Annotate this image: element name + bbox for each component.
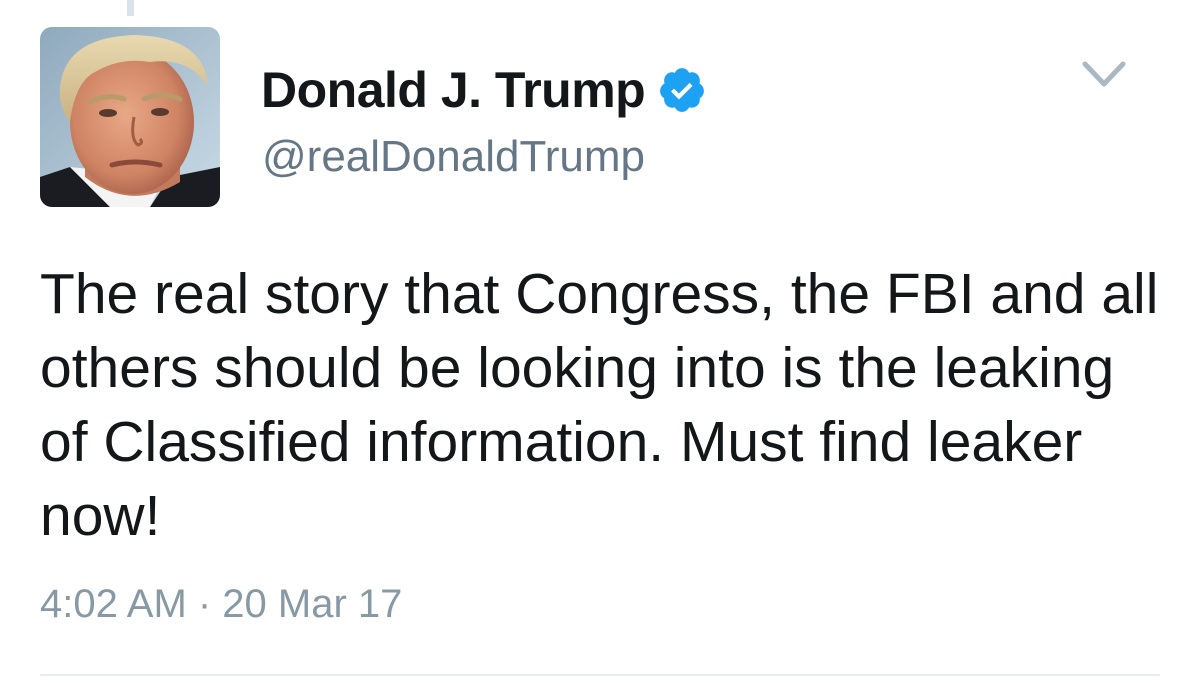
avatar[interactable] [40,27,220,207]
author-name-row: Donald J. Trump [261,58,707,122]
tweet-text: The real story that Congress, the FBI an… [40,262,1159,548]
verified-badge-icon [657,65,707,115]
thread-connector-line [127,0,134,16]
profile-photo [40,27,220,207]
tweet-timestamp[interactable]: 4:02 AM · 20 Mar 17 [40,582,402,627]
divider [40,674,1160,676]
tweet-card: Donald J. Trump @realDonaldTrump The rea… [0,0,1200,683]
chevron-down-icon[interactable] [1081,58,1127,92]
author-handle[interactable]: @realDonaldTrump [262,132,645,182]
display-name[interactable]: Donald J. Trump [261,61,646,119]
